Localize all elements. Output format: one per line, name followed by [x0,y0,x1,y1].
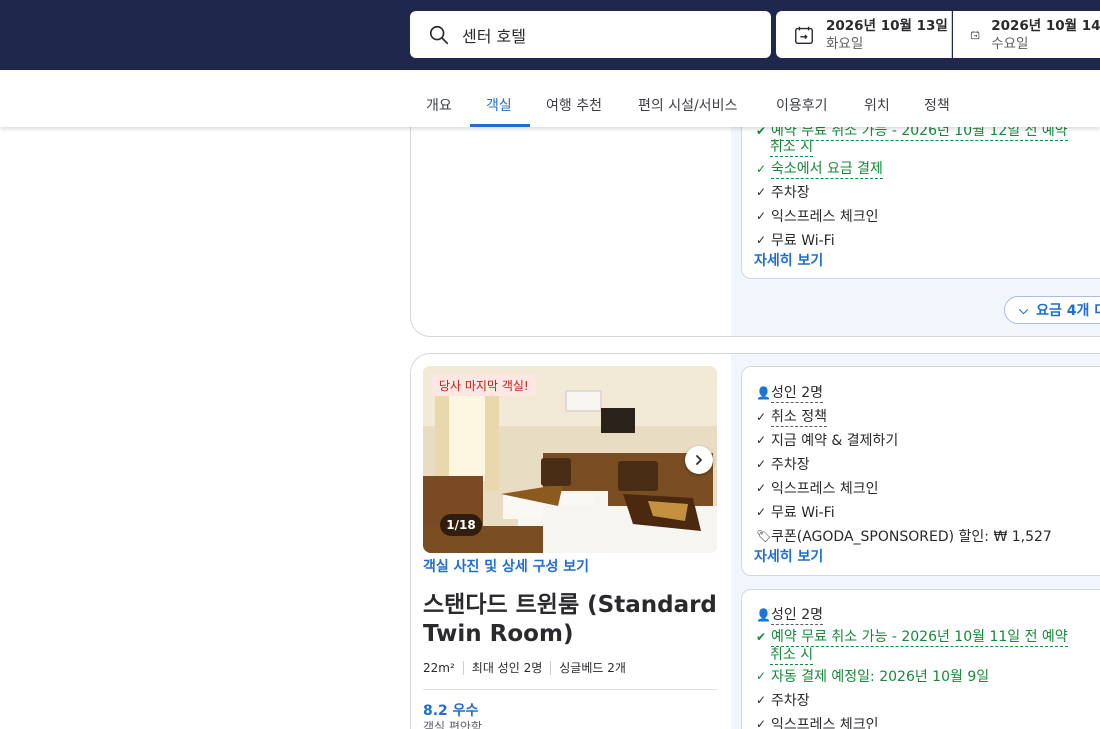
offer3-auto-pay: ✓ 자동 결제 예정일: 2026년 10월 9일 [756,669,990,685]
checkout-date: 2026년 10월 14일 [991,17,1100,34]
check-icon: ✓ [756,433,767,447]
room-title: 스탠다드 트윈룸 (Standard Twin Room) [423,592,717,647]
offer2-feature: ✓ 무료 Wi-Fi [756,505,835,521]
photo-counter: 1/18 [440,514,482,536]
checkout-date-field[interactable]: 2026년 10월 14일 수요일 [953,11,1100,58]
room-max-guests: 최대 성인 2명 [471,661,543,675]
offer1-feature: ✓ 주차장 [756,185,810,201]
offer3-feature: ✓ 익스프레스 체크인 [756,717,879,729]
room-rating: 8.2 우수 [423,703,479,719]
chevron-right-icon [696,455,702,465]
check-icon: ✓ [756,161,767,176]
search-icon [429,25,449,44]
room-rating-label: 객실 편안함 [423,720,483,729]
check-icon: ✓ [756,505,767,519]
check-icon: ✓ [756,185,767,199]
check-icon: ✓ [756,481,767,495]
tab-policies[interactable]: 정책 [924,95,950,115]
room-beds: 싱글베드 2개 [559,661,626,675]
tab-overview[interactable]: 개요 [426,95,452,115]
search-value: 센터 호텔 [462,26,526,46]
room-size: 22m² [423,660,455,675]
offer1-feature: ✓ 무료 Wi-Fi [756,233,835,249]
checkout-day: 수요일 [991,35,1029,52]
offer2-feature: ✓ 익스프레스 체크인 [756,481,879,497]
more-rates-button[interactable]: ⌵요금 4개 더 보기 [1004,296,1100,324]
check-icon: ✓ [756,669,767,683]
search-input[interactable]: 센터 호텔 [410,11,771,58]
tab-facilities[interactable]: 편의 시설/서비스 [638,95,737,115]
offer1-pay-at-property: ✓ 숙소에서 요금 결제 [756,158,883,179]
offer3-guests: 👤 성인 2명 [756,604,823,625]
chevron-down-icon: ⌵ [1019,302,1029,317]
calendar-checkout-icon [970,30,980,39]
tab-location[interactable]: 위치 [864,95,890,115]
checkin-date: 2026년 10월 13일 [826,17,948,34]
offer3-free-cancel-tail: 취소 시 [770,644,814,665]
divider [423,689,717,690]
offer2-coupon: 🏷 쿠폰(AGODA_SPONSORED) 할인: ₩ 1,527 [756,529,1052,545]
check-icon: ✓ [756,209,767,223]
person-icon: 👤 [756,607,771,622]
next-photo-button[interactable] [685,446,713,474]
tab-rooms[interactable]: 객실 [486,95,512,115]
shield-check-icon: ✔ [756,629,767,644]
check-icon: ✓ [756,693,767,707]
tab-trip-recommendations[interactable]: 여행 추천 [546,95,602,115]
offer2-details-link[interactable]: 자세히 보기 [754,546,823,566]
person-icon: 👤 [756,385,771,400]
offer2-cancel-policy[interactable]: ✓ 취소 정책 [756,406,827,427]
section-tab-nav: 개요 객실 여행 추천 편의 시설/서비스 이용후기 위치 정책 [0,70,1100,127]
offer3-feature: ✓ 주차장 [756,693,810,709]
room-specs: 22m² 최대 성인 2명 싱글베드 2개 [423,659,626,676]
check-icon: ✓ [756,409,767,424]
room-photos-link[interactable]: 객실 사진 및 상세 구성 보기 [423,556,589,576]
last-room-badge: 당사 마지막 객실! [432,374,536,396]
check-icon: ✓ [756,717,767,729]
active-tab-indicator [470,124,530,127]
checkin-date-field[interactable]: 2026년 10월 13일 화요일 [776,11,952,58]
check-icon: ✓ [756,233,767,247]
tag-icon: 🏷 [756,529,772,543]
offer2-book-now: ✓ 지금 예약 & 결제하기 [756,433,899,449]
tab-reviews[interactable]: 이용후기 [776,95,828,115]
checkin-day: 화요일 [826,35,864,52]
check-icon: ✓ [756,457,767,471]
offer2-guests: 👤 성인 2명 [756,382,823,403]
calendar-checkin-icon [795,26,813,44]
offer1-feature: ✓ 익스프레스 체크인 [756,209,879,225]
offer1-details-link[interactable]: 자세히 보기 [754,250,823,270]
offer1-free-cancel-tail: 취소 시 [770,136,814,157]
offer2-feature: ✓ 주차장 [756,457,810,473]
